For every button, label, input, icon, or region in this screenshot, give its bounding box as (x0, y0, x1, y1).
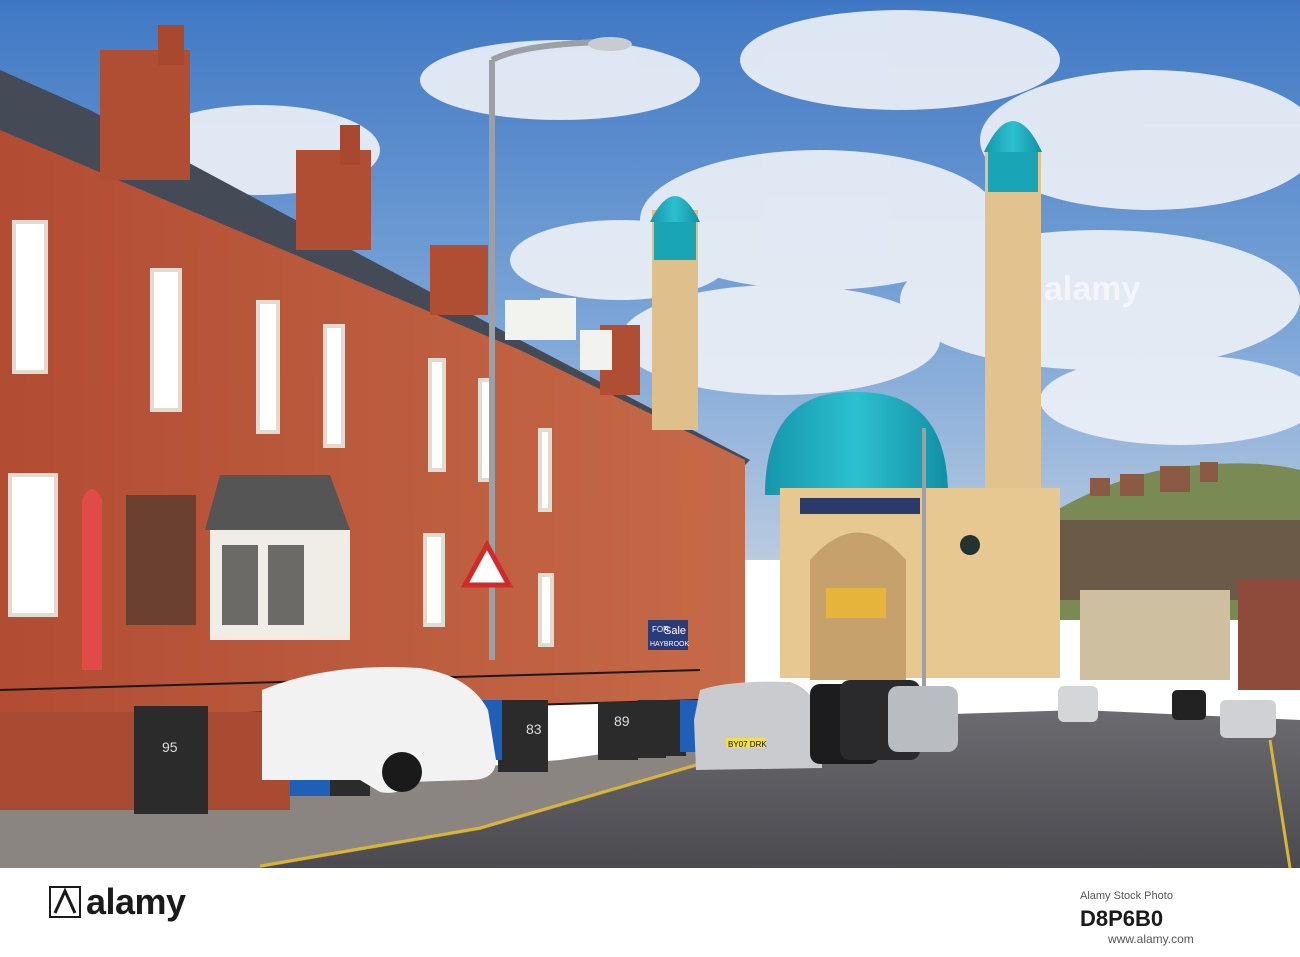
black-bin (638, 700, 666, 758)
alamy-logo-icon (49, 886, 81, 918)
round-window (960, 535, 980, 555)
far-building-right (1238, 580, 1300, 690)
silver-car (1058, 686, 1098, 722)
bay-window-roof (205, 475, 350, 530)
dark-car (1172, 690, 1206, 720)
white-car (262, 666, 496, 793)
house-number: 83 (526, 721, 542, 737)
house-number: 95 (162, 739, 178, 755)
stock-label: Alamy Stock Photo (1080, 890, 1173, 902)
black-bin (598, 702, 638, 760)
for-sale-line3: HAYBROOK (650, 641, 689, 648)
black-bin (134, 706, 208, 814)
number-plate-text: BY07 DRK (728, 740, 767, 749)
minaret-right (985, 150, 1041, 490)
street-scene-photo: FOR Sale HAYBROOK 95 83 89 BY07 DRK alam… (0, 0, 1300, 868)
silver-car (888, 686, 958, 752)
far-building (1080, 590, 1230, 680)
stock-photo-footer: alamy Alamy Stock Photo D8P6B0 www.alamy… (0, 868, 1300, 957)
site-url: www.alamy.com (1108, 932, 1194, 946)
silver-car (694, 681, 822, 770)
brand-name: alamy (86, 881, 186, 922)
red-door (82, 489, 102, 670)
for-sale-line2: Sale (664, 625, 686, 637)
brand: alamy (48, 884, 186, 920)
watermark-center: alamy (1044, 270, 1140, 308)
silver-car (1220, 700, 1276, 738)
garage-shutter (126, 495, 196, 625)
image-id: D8P6B0 (1080, 906, 1164, 931)
house-number: 89 (614, 713, 630, 729)
